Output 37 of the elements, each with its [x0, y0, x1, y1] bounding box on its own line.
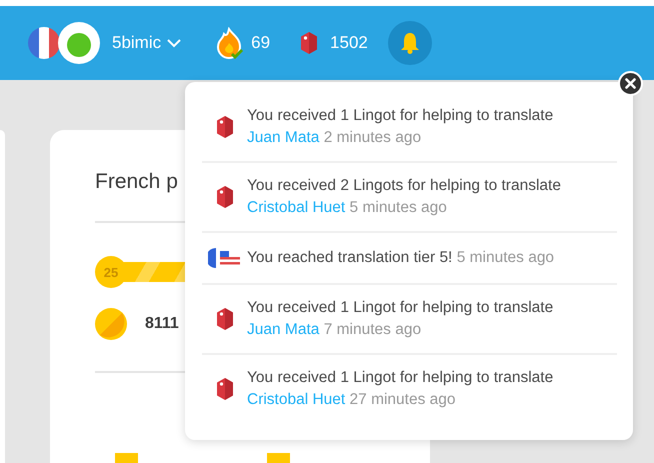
gem-icon — [216, 115, 234, 139]
streak-count: 69 — [251, 33, 270, 53]
user-link[interactable]: Juan Mata — [247, 321, 320, 338]
flag-icon — [208, 247, 242, 269]
notification-message: You reached translation tier 5! — [247, 249, 452, 266]
xp-total: 8111 — [145, 315, 179, 333]
notification-message: You received 1 Lingot for helping to translate — [247, 298, 554, 318]
flame-icon — [215, 27, 246, 59]
user-link[interactable]: Cristobal Huet — [247, 391, 346, 408]
gem-icon — [216, 307, 234, 331]
flag-icon — [28, 27, 60, 59]
username-menu[interactable]: 5bimic — [112, 33, 182, 53]
notifications-button[interactable] — [388, 21, 432, 65]
notification-time: 7 minutes ago — [324, 321, 422, 338]
course-title: French p — [95, 170, 178, 194]
chevron-icon — [167, 38, 182, 48]
notification-message: You received 2 Lingots for helping to translate — [247, 176, 561, 196]
notification-time: 27 minutes ago — [350, 391, 456, 408]
lingot-count: 1502 — [330, 33, 368, 53]
notification-message: You received 1 Lingot for helping to translate — [247, 368, 554, 388]
close-icon — [625, 78, 636, 89]
avatar[interactable] — [58, 22, 100, 64]
gem-icon — [216, 185, 234, 209]
user-link[interactable]: Cristobal Huet — [247, 199, 346, 216]
coin-icon — [95, 308, 127, 340]
close-button[interactable] — [618, 71, 643, 96]
gem-icon — [216, 377, 234, 401]
notification-time: 5 minutes ago — [456, 249, 554, 266]
user-link[interactable]: Juan Mata — [247, 129, 320, 146]
bell-icon — [400, 32, 420, 54]
notification-message: You received 1 Lingot for helping to translate — [247, 106, 554, 126]
notification-time: 5 minutes ago — [350, 199, 447, 216]
username: 5bimic — [112, 33, 162, 53]
chart-bar — [267, 453, 290, 463]
chart-bar — [115, 453, 138, 463]
gem-icon — [300, 31, 318, 55]
notification-time: 2 minutes ago — [324, 129, 422, 146]
